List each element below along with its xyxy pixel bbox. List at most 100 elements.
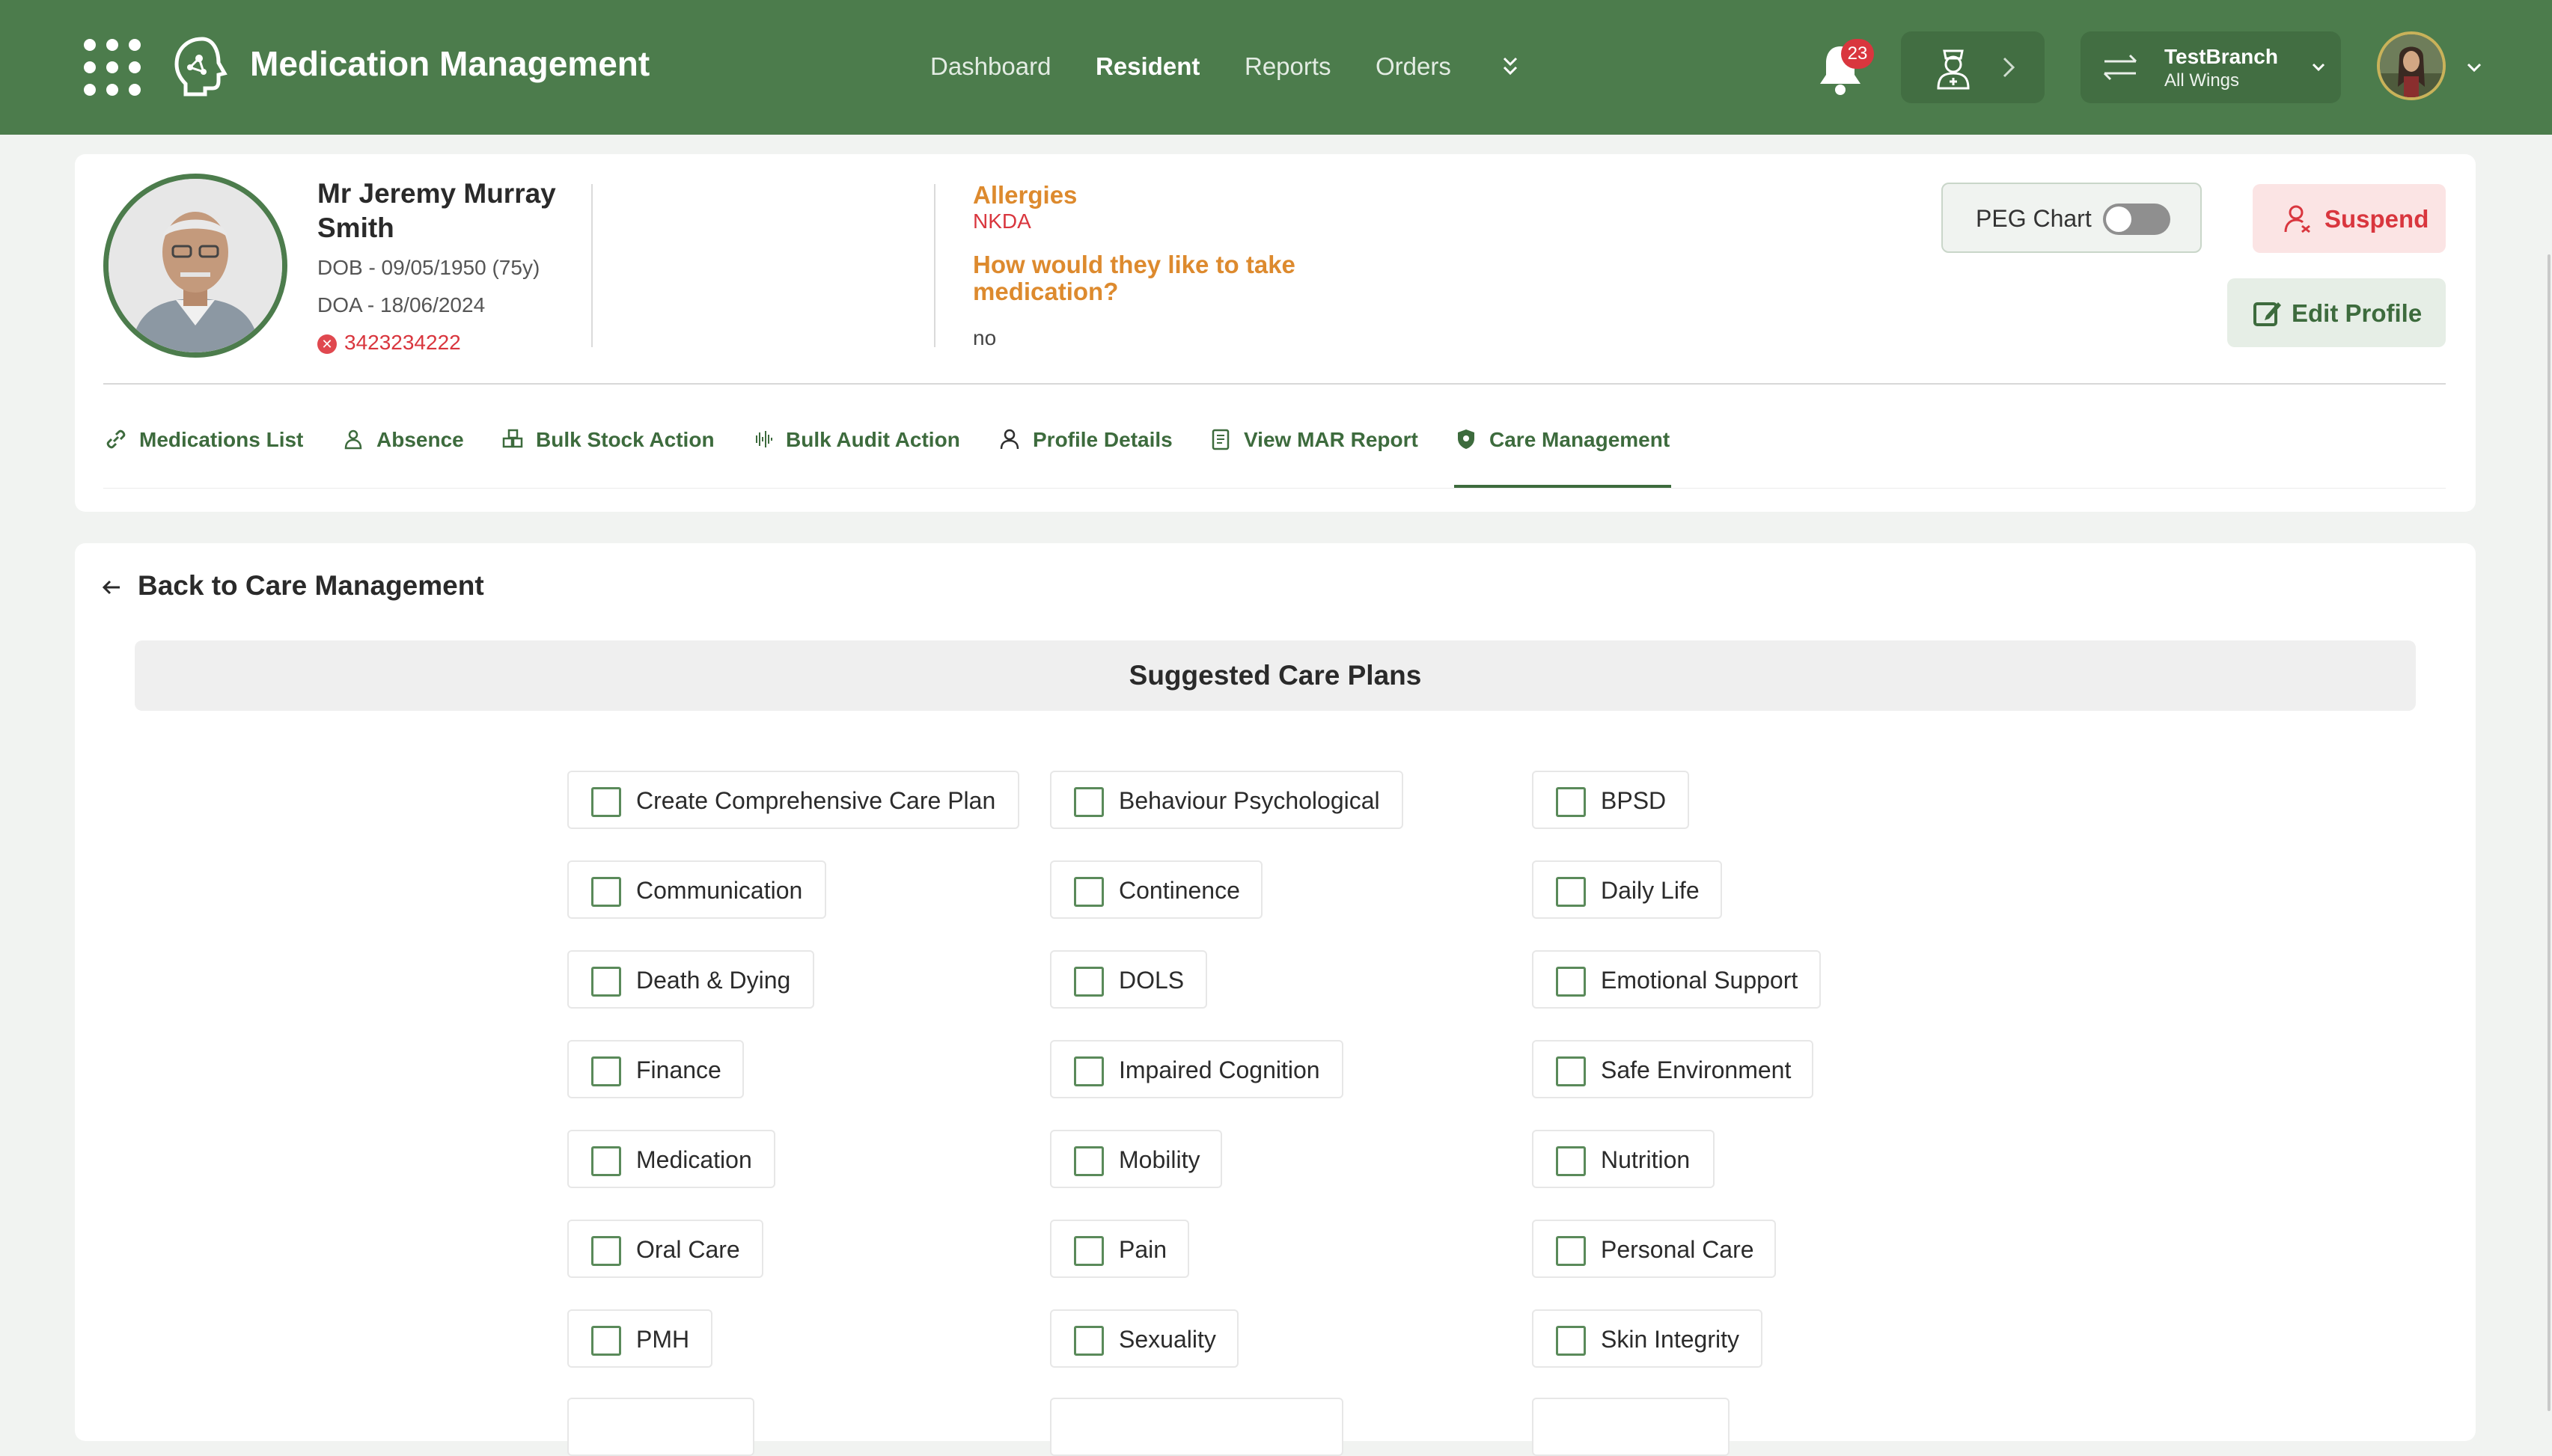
nav-resident[interactable]: Resident [1096,52,1200,81]
peg-chart-switch[interactable] [2103,204,2170,235]
care-plan-label: Oral Care [636,1236,740,1263]
care-plan-option[interactable]: Emotional Support [1532,950,1821,1009]
account-menu-chevron-icon[interactable] [2464,57,2485,78]
checkbox[interactable] [591,1326,621,1356]
care-plan-option[interactable]: PMH [567,1309,712,1368]
back-label: Back to Care Management [138,570,484,601]
resident-photo [103,174,287,358]
checkbox[interactable] [591,1056,621,1086]
peg-chart-toggle[interactable]: PEG Chart [1941,183,2202,253]
care-plan-option[interactable]: Safe Environment [1532,1040,1813,1098]
care-plan-option[interactable]: Pain [1050,1220,1189,1278]
brand-logo-icon [174,37,228,97]
care-plan-label: Sexuality [1119,1326,1216,1353]
medication-preference-question: How would they like to take medication? [973,251,1295,305]
medication-preference-answer: no [973,326,997,349]
care-plan-option[interactable]: Impaired Cognition [1050,1040,1343,1098]
care-plan-option[interactable]: BPSD [1532,771,1689,829]
care-plan-option[interactable]: Skin Integrity [1532,1309,1762,1368]
chevrons-down-icon[interactable] [1497,52,1524,79]
page-scrollbar[interactable] [2548,254,2551,1411]
peg-chart-label: PEG Chart [1976,205,2092,232]
allergies-heading: Allergies [973,181,1078,209]
nav-reports[interactable]: Reports [1245,52,1331,81]
checkbox[interactable] [1556,1056,1586,1086]
care-plan-option[interactable] [1050,1398,1343,1456]
care-plan-label: Nutrition [1601,1146,1691,1173]
care-plan-option[interactable]: Personal Care [1532,1220,1776,1278]
notification-badge: 23 [1841,39,1874,69]
care-plan-label: Daily Life [1601,877,1700,904]
care-plan-option[interactable]: Behaviour Psychological [1050,771,1403,829]
care-plan-option[interactable]: Death & Dying [567,950,814,1009]
person-absence-icon [344,429,362,450]
checkbox[interactable] [1556,877,1586,907]
resident-phone: ✕ 3423234222 [317,331,461,355]
care-plan-label: Safe Environment [1601,1056,1792,1083]
checkbox[interactable] [1074,877,1104,907]
resident-dob: DOB - 09/05/1950 (75y) [317,256,540,279]
checkbox[interactable] [1556,1326,1586,1356]
care-plan-option[interactable] [567,1398,754,1456]
arrow-left-icon [102,580,120,595]
phone-alert-icon: ✕ [317,334,337,354]
edit-profile-button[interactable]: Edit Profile [2227,278,2446,347]
link-icon [106,429,126,449]
apps-grid-icon[interactable] [84,39,141,96]
care-plan-label: BPSD [1601,787,1667,814]
care-plan-label: DOLS [1119,967,1185,994]
checkbox[interactable] [1074,1326,1104,1356]
nav-orders[interactable]: Orders [1376,52,1451,81]
suspend-button[interactable]: Suspend [2253,184,2446,253]
checkbox[interactable] [591,787,621,817]
tabs-baseline [103,488,2446,489]
care-plan-option[interactable]: Nutrition [1532,1130,1715,1188]
care-plan-option[interactable]: Continence [1050,860,1263,919]
care-plan-option[interactable]: Oral Care [567,1220,763,1278]
branch-name: TestBranch [2164,45,2278,68]
stock-icon [502,429,523,448]
report-icon [1212,429,1230,450]
care-plan-option[interactable]: Create Comprehensive Care Plan [567,771,1019,829]
care-plan-option[interactable]: Medication [567,1130,775,1188]
checkbox[interactable] [1074,1056,1104,1086]
checkbox[interactable] [591,967,621,997]
checkbox[interactable] [1556,967,1586,997]
avatar-image [2380,34,2443,97]
care-plan-option[interactable] [1532,1398,1730,1456]
care-plan-label: Pain [1119,1236,1167,1263]
nav-dashboard[interactable]: Dashboard [930,52,1051,81]
care-plan-label: Impaired Cognition [1119,1056,1320,1083]
checkbox[interactable] [1074,967,1104,997]
user-remove-icon [2284,205,2310,233]
checkbox[interactable] [1074,787,1104,817]
user-avatar[interactable] [2377,31,2446,100]
care-plan-option[interactable]: Finance [567,1040,744,1098]
allergies-value: NKDA [973,209,1031,233]
nurse-icon [1937,49,1970,90]
care-plan-label: PMH [636,1326,690,1353]
checkbox[interactable] [591,877,621,907]
checkbox[interactable] [1556,1146,1586,1176]
checkbox[interactable] [591,1236,621,1266]
tab-label: Care Management [1489,428,1670,451]
suggested-care-plans-header: Suggested Care Plans [135,640,2416,711]
checkbox[interactable] [591,1146,621,1176]
tab-label: Medications List [139,428,304,451]
care-plan-option[interactable]: Communication [567,860,826,919]
resident-name: Mr Jeremy Murray Smith [317,178,556,243]
care-plan-label: Death & Dying [636,967,791,994]
care-plan-label: Emotional Support [1601,967,1798,994]
staff-switch-button[interactable] [1901,31,2045,103]
care-plan-option[interactable]: Daily Life [1532,860,1722,919]
checkbox[interactable] [1556,1236,1586,1266]
care-plan-label: Personal Care [1601,1236,1754,1263]
branch-selector[interactable]: TestBranch All Wings [2081,31,2341,103]
checkbox[interactable] [1074,1146,1104,1176]
checkbox[interactable] [1074,1236,1104,1266]
chevron-right-icon [2003,57,2015,78]
care-plan-option[interactable]: Mobility [1050,1130,1222,1188]
checkbox[interactable] [1556,787,1586,817]
care-plan-option[interactable]: Sexuality [1050,1309,1239,1368]
care-plan-option[interactable]: DOLS [1050,950,1207,1009]
